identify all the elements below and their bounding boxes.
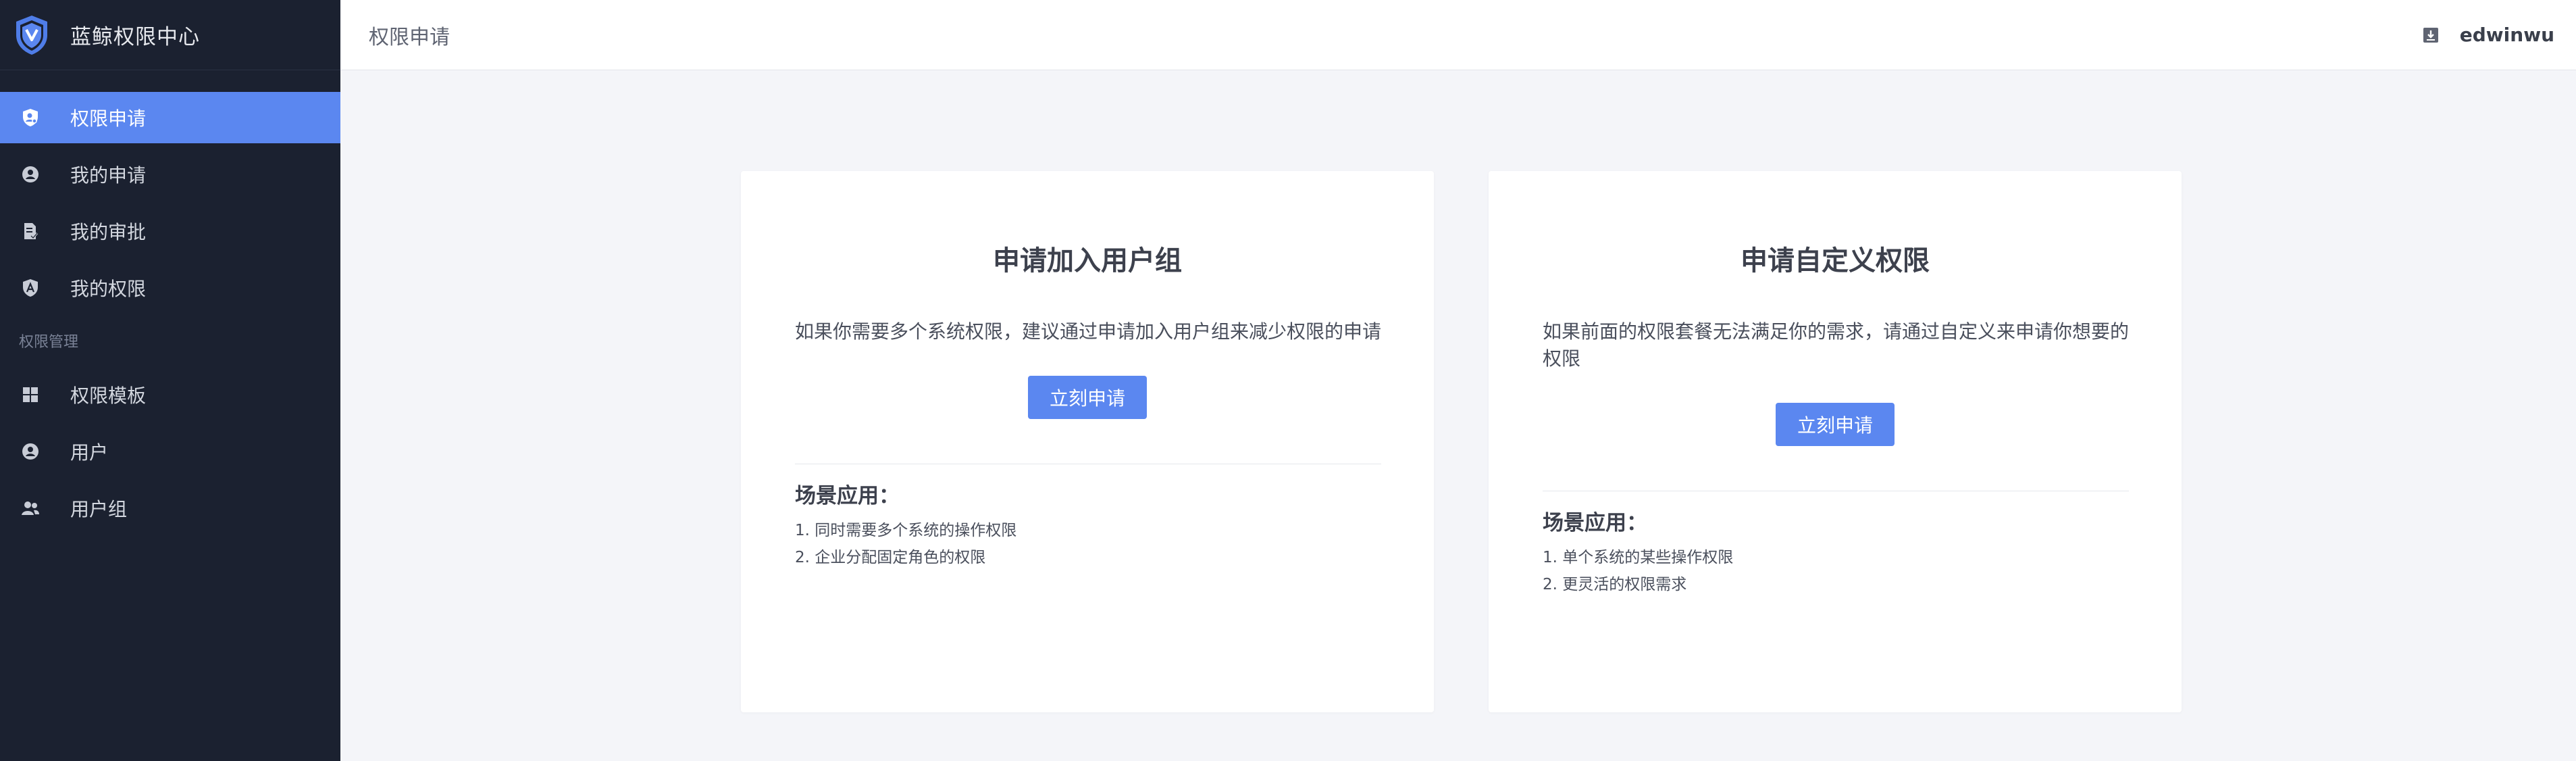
sidebar-item-users[interactable]: 用户 — [0, 426, 340, 477]
scene-list: 1. 同时需要多个系统的操作权限 2. 企业分配固定角色的权限 — [795, 517, 1016, 571]
apply-now-button[interactable]: 立刻申请 — [1776, 403, 1895, 446]
card-title: 申请加入用户组 — [993, 245, 1182, 276]
sidebar-item-my-approvals[interactable]: 我的审批 — [0, 205, 340, 257]
sidebar-item-label: 权限模板 — [70, 385, 147, 407]
sidebar-section-label: 权限管理 — [19, 334, 79, 351]
top-header: 权限申请 edwinwu — [340, 0, 2576, 70]
list-item: 1. 同时需要多个系统的操作权限 — [795, 522, 1017, 539]
user-circle-icon — [20, 441, 41, 462]
download-doc-icon[interactable] — [2421, 25, 2441, 45]
logo-shield-icon — [12, 13, 51, 57]
app-root: 蓝鲸权限中心 权限申请 我的申请 我的审批 我的权限 权限管理 权限模板 用户 … — [0, 0, 2576, 761]
scene-title: 场景应用： — [795, 484, 900, 508]
sidebar-item-label: 用户 — [70, 441, 109, 464]
card-join-user-group: 申请加入用户组 如果你需要多个系统权限，建议通过申请加入用户组来减少权限的申请 … — [741, 171, 1434, 712]
card-title: 申请自定义权限 — [1741, 245, 1930, 276]
card-description: 如果你需要多个系统权限，建议通过申请加入用户组来减少权限的申请 — [795, 320, 1382, 343]
apply-now-button[interactable]: 立刻申请 — [1028, 376, 1147, 419]
user-circle-icon — [20, 164, 41, 185]
sidebar-item-label: 权限申请 — [70, 107, 147, 130]
sidebar-item-my-permissions[interactable]: 我的权限 — [0, 262, 340, 314]
username[interactable]: edwinwu — [2460, 24, 2554, 46]
brand[interactable]: 蓝鲸权限中心 — [0, 0, 340, 70]
sidebar-item-user-groups[interactable]: 用户组 — [0, 483, 340, 534]
grid-icon — [20, 385, 41, 405]
sidebar-item-label: 我的权限 — [70, 278, 147, 300]
scene-list: 1. 单个系统的某些操作权限 2. 更灵活的权限需求 — [1543, 544, 1733, 598]
sidebar-item-my-requests[interactable]: 我的申请 — [0, 149, 340, 200]
users-icon — [20, 498, 41, 518]
list-item: 1. 单个系统的某些操作权限 — [1543, 549, 1734, 566]
app-title: 蓝鲸权限中心 — [70, 25, 200, 49]
card-custom-permission: 申请自定义权限 如果前面的权限套餐无法满足你的需求，请通过自定义来申请你想要的权… — [1489, 171, 2182, 712]
shield-user-icon — [20, 107, 41, 128]
sidebar-item-permission-apply[interactable]: 权限申请 — [0, 92, 340, 143]
card-description: 如果前面的权限套餐无法满足你的需求，请通过自定义来申请你想要的权限 — [1543, 320, 2130, 370]
sidebar-item-label: 用户组 — [70, 498, 128, 520]
scene-title: 场景应用： — [1543, 511, 1647, 535]
sidebar-item-label: 我的申请 — [70, 164, 147, 187]
sidebar-item-label: 我的审批 — [70, 221, 147, 243]
sidebar-nav: 权限申请 我的申请 我的审批 我的权限 权限管理 权限模板 用户 用户组 — [0, 70, 340, 534]
page-title: 权限申请 — [369, 25, 450, 49]
sidebar-item-permission-templates[interactable]: 权限模板 — [0, 369, 340, 420]
sidebar: 蓝鲸权限中心 权限申请 我的申请 我的审批 我的权限 权限管理 权限模板 用户 … — [0, 0, 340, 761]
document-check-icon — [20, 221, 41, 241]
list-item: 2. 更灵活的权限需求 — [1543, 576, 1687, 593]
shield-a-icon — [20, 278, 41, 298]
list-item: 2. 企业分配固定角色的权限 — [795, 549, 986, 566]
header-user-area: edwinwu — [2421, 24, 2554, 46]
